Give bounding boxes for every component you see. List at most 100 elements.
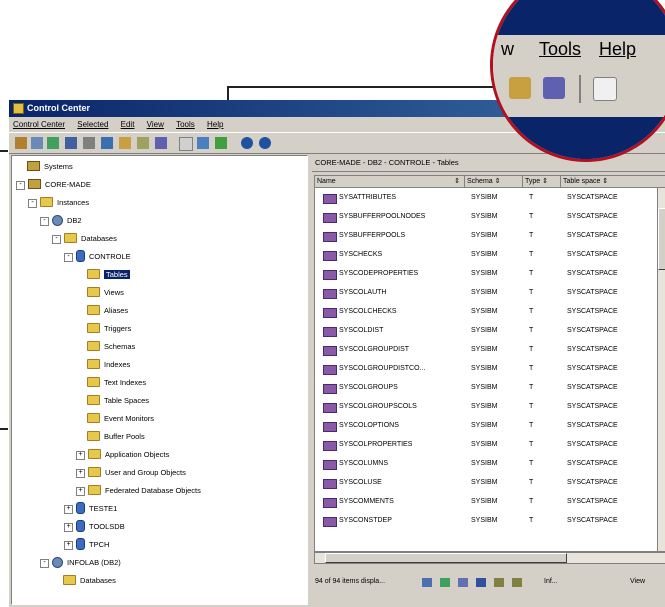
tree-node[interactable]: Schemas <box>76 340 135 354</box>
cell-name: SYSCOLUSE <box>339 479 382 486</box>
development-center-icon[interactable] <box>197 137 209 149</box>
menu-edit[interactable]: Edit <box>121 120 135 129</box>
deselect-all-icon[interactable] <box>512 578 522 587</box>
table-row[interactable]: SYSCOLUSE SYSIBM T SYSCATSPACE <box>315 474 665 491</box>
tree-node[interactable]: - CORE-MADE <box>16 178 91 192</box>
tree-node[interactable]: Tables <box>76 268 130 282</box>
collapse-icon[interactable]: - <box>40 216 49 226</box>
refresh-icon[interactable] <box>15 137 27 149</box>
vertical-scrollbar[interactable] <box>657 188 665 551</box>
table-row[interactable]: SYSCOMMENTS SYSIBM T SYSCATSPACE <box>315 493 665 510</box>
tree-node[interactable]: Views <box>76 286 124 300</box>
tools-settings-icon[interactable] <box>155 137 167 149</box>
menu-help[interactable]: Help <box>207 120 223 129</box>
column-header-name[interactable]: Name ⇕ <box>315 176 465 188</box>
tree-node[interactable]: - Instances <box>28 196 89 210</box>
table-row[interactable]: SYSATTRIBUTES SYSIBM T SYSCATSPACE <box>315 189 665 206</box>
table-row[interactable]: SYSCOLGROUPDISTCO... SYSIBM T SYSCATSPACE <box>315 360 665 377</box>
replication-center-icon[interactable] <box>215 137 227 149</box>
table-row[interactable]: SYSCODEPROPERTIES SYSIBM T SYSCATSPACE <box>315 265 665 282</box>
collapse-icon[interactable]: - <box>64 252 73 262</box>
tree-node[interactable]: Table Spaces <box>76 394 149 408</box>
tree-node[interactable]: + User and Group Objects <box>76 466 186 480</box>
tree-node[interactable]: Systems <box>16 160 73 174</box>
tree-node[interactable]: + Application Objects <box>76 448 169 462</box>
menu-control-center[interactable]: Control Center <box>13 120 65 129</box>
expand-icon[interactable]: + <box>76 468 85 478</box>
table-row[interactable]: SYSCOLOPTIONS SYSIBM T SYSCATSPACE <box>315 417 665 434</box>
table-row[interactable]: SYSCOLGROUPSCOLS SYSIBM T SYSCATSPACE <box>315 398 665 415</box>
database-icon[interactable] <box>65 137 77 149</box>
cell-schema: SYSIBM <box>471 365 498 372</box>
horizontal-scrollbar[interactable] <box>314 552 665 564</box>
cell-type: T <box>529 308 534 315</box>
column-header-table-space[interactable]: Table space ⇕ <box>561 176 665 188</box>
column-header-type[interactable]: Type ⇕ <box>523 176 561 188</box>
collapse-icon[interactable]: - <box>28 198 37 208</box>
tree-node[interactable]: + TESTE1 <box>64 502 117 516</box>
menu-view[interactable]: View <box>147 120 164 129</box>
magnified-menu-bar: w Tools Help <box>493 35 665 67</box>
tree-node[interactable]: + Federated Database Objects <box>76 484 201 498</box>
table-row[interactable]: SYSCOLDIST SYSIBM T SYSCATSPACE <box>315 322 665 339</box>
expand-icon[interactable]: + <box>64 504 73 514</box>
help-contents-icon[interactable] <box>179 137 193 151</box>
tree-node[interactable]: Event Monitors <box>76 412 154 426</box>
menu-tools[interactable]: Tools <box>176 120 195 129</box>
table-row[interactable]: SYSCOLPROPERTIES SYSIBM T SYSCATSPACE <box>315 436 665 453</box>
help-icon[interactable] <box>259 137 271 149</box>
table-row[interactable]: SYSCONSTDEP SYSIBM T SYSCATSPACE <box>315 512 665 529</box>
table-row[interactable]: SYSCHECKS SYSIBM T SYSCATSPACE <box>315 246 665 263</box>
horizontal-scroll-thumb[interactable] <box>325 553 567 563</box>
view-button[interactable]: View <box>630 567 645 597</box>
tree-node[interactable]: + TPCH <box>64 538 109 552</box>
tree-node[interactable]: - Databases <box>52 232 117 246</box>
find-icon[interactable] <box>476 578 486 587</box>
table-row[interactable]: SYSBUFFERPOOLS SYSIBM T SYSCATSPACE <box>315 227 665 244</box>
folder-icon <box>63 575 76 586</box>
cell-name: SYSBUFFERPOOLNODES <box>339 213 426 220</box>
info-icon[interactable] <box>241 137 253 149</box>
table-row[interactable]: SYSBUFFERPOOLNODES SYSIBM T SYSCATSPACE <box>315 208 665 225</box>
command-center-icon[interactable] <box>83 137 95 149</box>
expand-icon[interactable]: + <box>64 522 73 532</box>
tree-node[interactable]: - INFOLAB (DB2) <box>40 556 121 570</box>
tree-node[interactable]: + TOOLSDB <box>64 520 125 534</box>
add-system-icon[interactable] <box>31 137 43 149</box>
table-row[interactable]: SYSCOLUMNS SYSIBM T SYSCATSPACE <box>315 455 665 472</box>
script-center-icon[interactable] <box>101 137 113 149</box>
tree-node[interactable]: Buffer Pools <box>76 430 145 444</box>
instance-icon[interactable] <box>47 137 59 149</box>
vertical-scroll-thumb[interactable] <box>658 208 665 270</box>
collapse-icon[interactable]: - <box>16 180 25 190</box>
menu-selected[interactable]: Selected <box>77 120 108 129</box>
customize-columns-icon[interactable] <box>458 578 468 587</box>
select-all-icon[interactable] <box>494 578 504 587</box>
tree-node[interactable]: - DB2 <box>40 214 82 228</box>
table-row[interactable]: SYSCOLGROUPDIST SYSIBM T SYSCATSPACE <box>315 341 665 358</box>
tree-node[interactable]: Aliases <box>76 304 128 318</box>
tree-node-label: Event Monitors <box>104 414 155 423</box>
tree-node[interactable]: Indexes <box>76 358 130 372</box>
task-center-icon[interactable] <box>119 137 131 149</box>
collapse-icon[interactable]: - <box>52 234 61 244</box>
expand-icon[interactable]: + <box>76 486 85 496</box>
tree-node[interactable]: Text Indexes <box>76 376 146 390</box>
column-header-schema[interactable]: Schema ⇕ <box>465 176 523 188</box>
journal-icon[interactable] <box>137 137 149 149</box>
tree-node[interactable]: Databases <box>52 574 116 588</box>
table-row[interactable]: SYSCOLCHECKS SYSIBM T SYSCATSPACE <box>315 303 665 320</box>
collapse-icon[interactable]: - <box>40 558 49 568</box>
filter-icon[interactable] <box>422 578 432 587</box>
expand-icon[interactable]: + <box>64 540 73 550</box>
tree-node[interactable]: - CONTROLE <box>64 250 131 264</box>
sort-icon[interactable] <box>440 578 450 587</box>
table-row[interactable]: SYSCOLGROUPS SYSIBM T SYSCATSPACE <box>315 379 665 396</box>
cell-name: SYSATTRIBUTES <box>339 194 397 201</box>
table-row[interactable]: SYSCOLAUTH SYSIBM T SYSCATSPACE <box>315 284 665 301</box>
tree-node-label: Systems <box>44 162 73 171</box>
expand-icon[interactable]: + <box>76 450 85 460</box>
tree-node[interactable]: Triggers <box>76 322 131 336</box>
filter-combo[interactable]: Inf... <box>544 567 558 597</box>
tree-node-label: CONTROLE <box>89 252 131 261</box>
